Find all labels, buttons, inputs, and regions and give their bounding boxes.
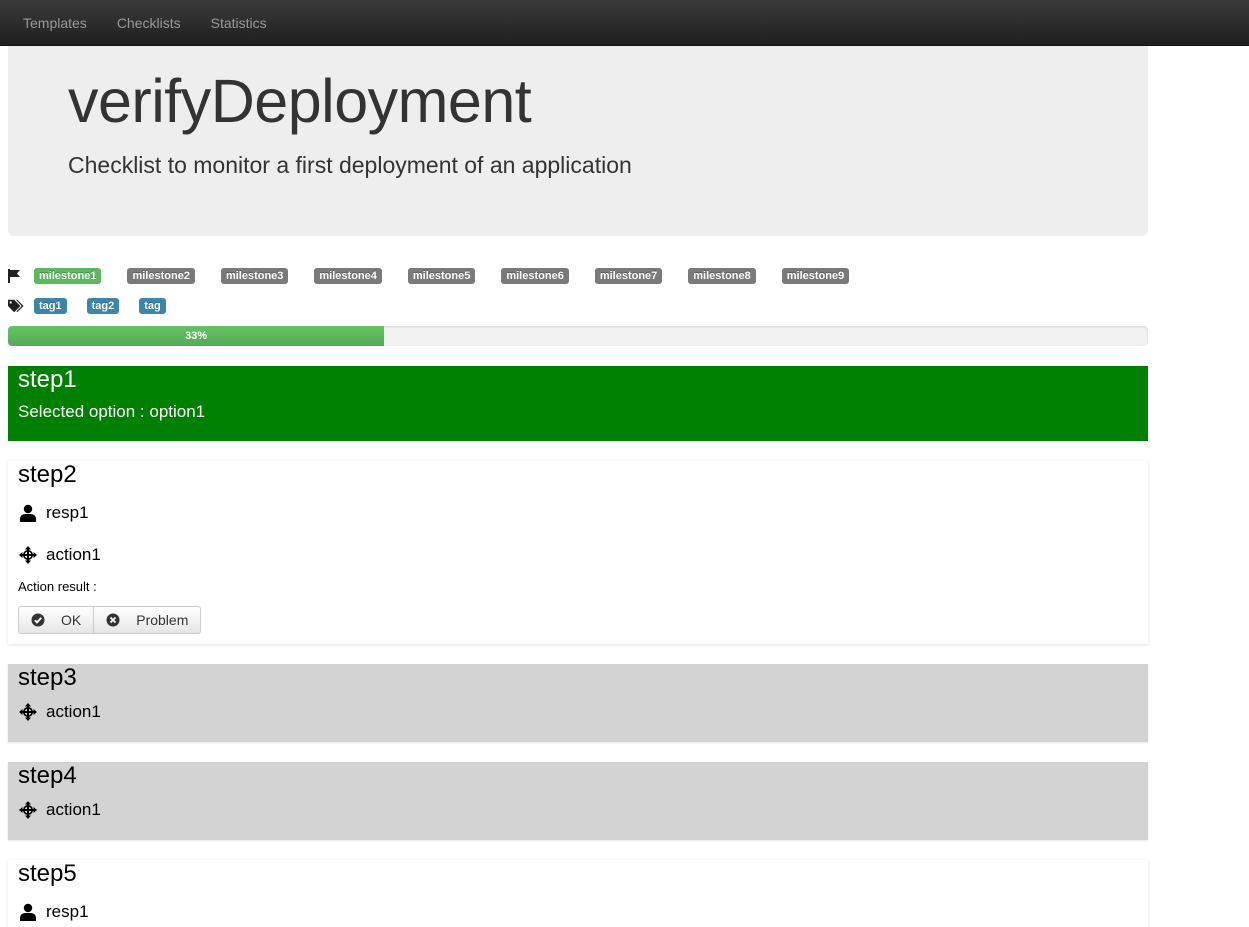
user-icon	[18, 503, 38, 523]
step-card-step3[interactable]: step3 action1	[8, 664, 1148, 742]
tag-badge[interactable]: tag1	[34, 298, 67, 314]
move-icon	[18, 702, 38, 722]
milestone-badge[interactable]: milestone6	[501, 268, 569, 284]
action-name: action1	[46, 545, 101, 564]
responsible-name: resp1	[46, 902, 89, 921]
page-title: verifyDeployment	[68, 67, 532, 135]
milestones-row: milestone1 milestone2 milestone3 milesto…	[8, 268, 875, 284]
milestone-badge[interactable]: milestone5	[407, 268, 476, 284]
action-result-label: Action result :	[18, 579, 97, 594]
milestone-badge[interactable]: milestone7	[594, 268, 663, 284]
milestone-badge[interactable]: milestone4	[314, 268, 382, 284]
move-icon	[18, 800, 38, 820]
nav-item-checklists[interactable]: Checklists	[102, 3, 196, 43]
tag-badge[interactable]: tag2	[86, 298, 120, 314]
milestone-badge[interactable]: milestone3	[220, 268, 289, 284]
progress-fill: 33%	[8, 326, 385, 346]
step-title: step2	[18, 461, 77, 488]
step-card-step1[interactable]: step1 Selected option : option1	[8, 366, 1148, 441]
problem-label: Problem	[136, 612, 189, 628]
tags-row: tag1 tag2 tag	[8, 298, 186, 314]
move-icon	[18, 545, 38, 565]
top-navbar: Templates Checklists Statistics	[0, 0, 1249, 46]
check-circle-icon	[31, 613, 45, 627]
nav-item-statistics[interactable]: Statistics	[196, 3, 282, 43]
step-card-step2: step2 resp1 action1 Action result : OK P…	[8, 461, 1148, 644]
user-icon	[18, 902, 38, 922]
step-title: step5	[18, 860, 77, 887]
nav-item-templates[interactable]: Templates	[8, 3, 102, 43]
milestone-badge[interactable]: milestone9	[781, 268, 850, 284]
action-name: action1	[46, 702, 101, 721]
step-title: step3	[18, 664, 77, 691]
tag-badge[interactable]: tag	[139, 298, 166, 314]
action-line: action1	[18, 545, 101, 565]
ok-label: OK	[61, 612, 82, 628]
action-line: action1	[18, 702, 101, 722]
selected-option: Selected option : option1	[18, 402, 206, 421]
step-title: step4	[18, 762, 77, 789]
flag-icon	[8, 268, 24, 284]
responsible-line: resp1	[18, 503, 89, 523]
milestone-badge[interactable]: milestone1	[34, 268, 102, 284]
action-result-buttons: OK Problem	[18, 606, 202, 634]
milestone-badge[interactable]: milestone2	[127, 268, 195, 284]
hero-unit: verifyDeployment Checklist to monitor a …	[8, 46, 1148, 236]
page-subtitle: Checklist to monitor a first deployment …	[68, 152, 632, 178]
tags-icon	[8, 298, 24, 314]
action-line: action1	[18, 800, 101, 820]
progress-bar: 33%	[8, 326, 1148, 346]
step-card-step5: step5 resp1	[8, 860, 1148, 927]
step-card-step4[interactable]: step4 action1	[8, 762, 1148, 840]
responsible-name: resp1	[46, 503, 89, 522]
ok-button[interactable]: OK	[18, 606, 95, 634]
problem-button[interactable]: Problem	[94, 606, 202, 634]
responsible-line: resp1	[18, 902, 89, 922]
milestone-badge[interactable]: milestone8	[688, 268, 756, 284]
remove-circle-icon	[106, 613, 120, 627]
step-title: step1	[18, 366, 77, 393]
action-name: action1	[46, 800, 101, 819]
